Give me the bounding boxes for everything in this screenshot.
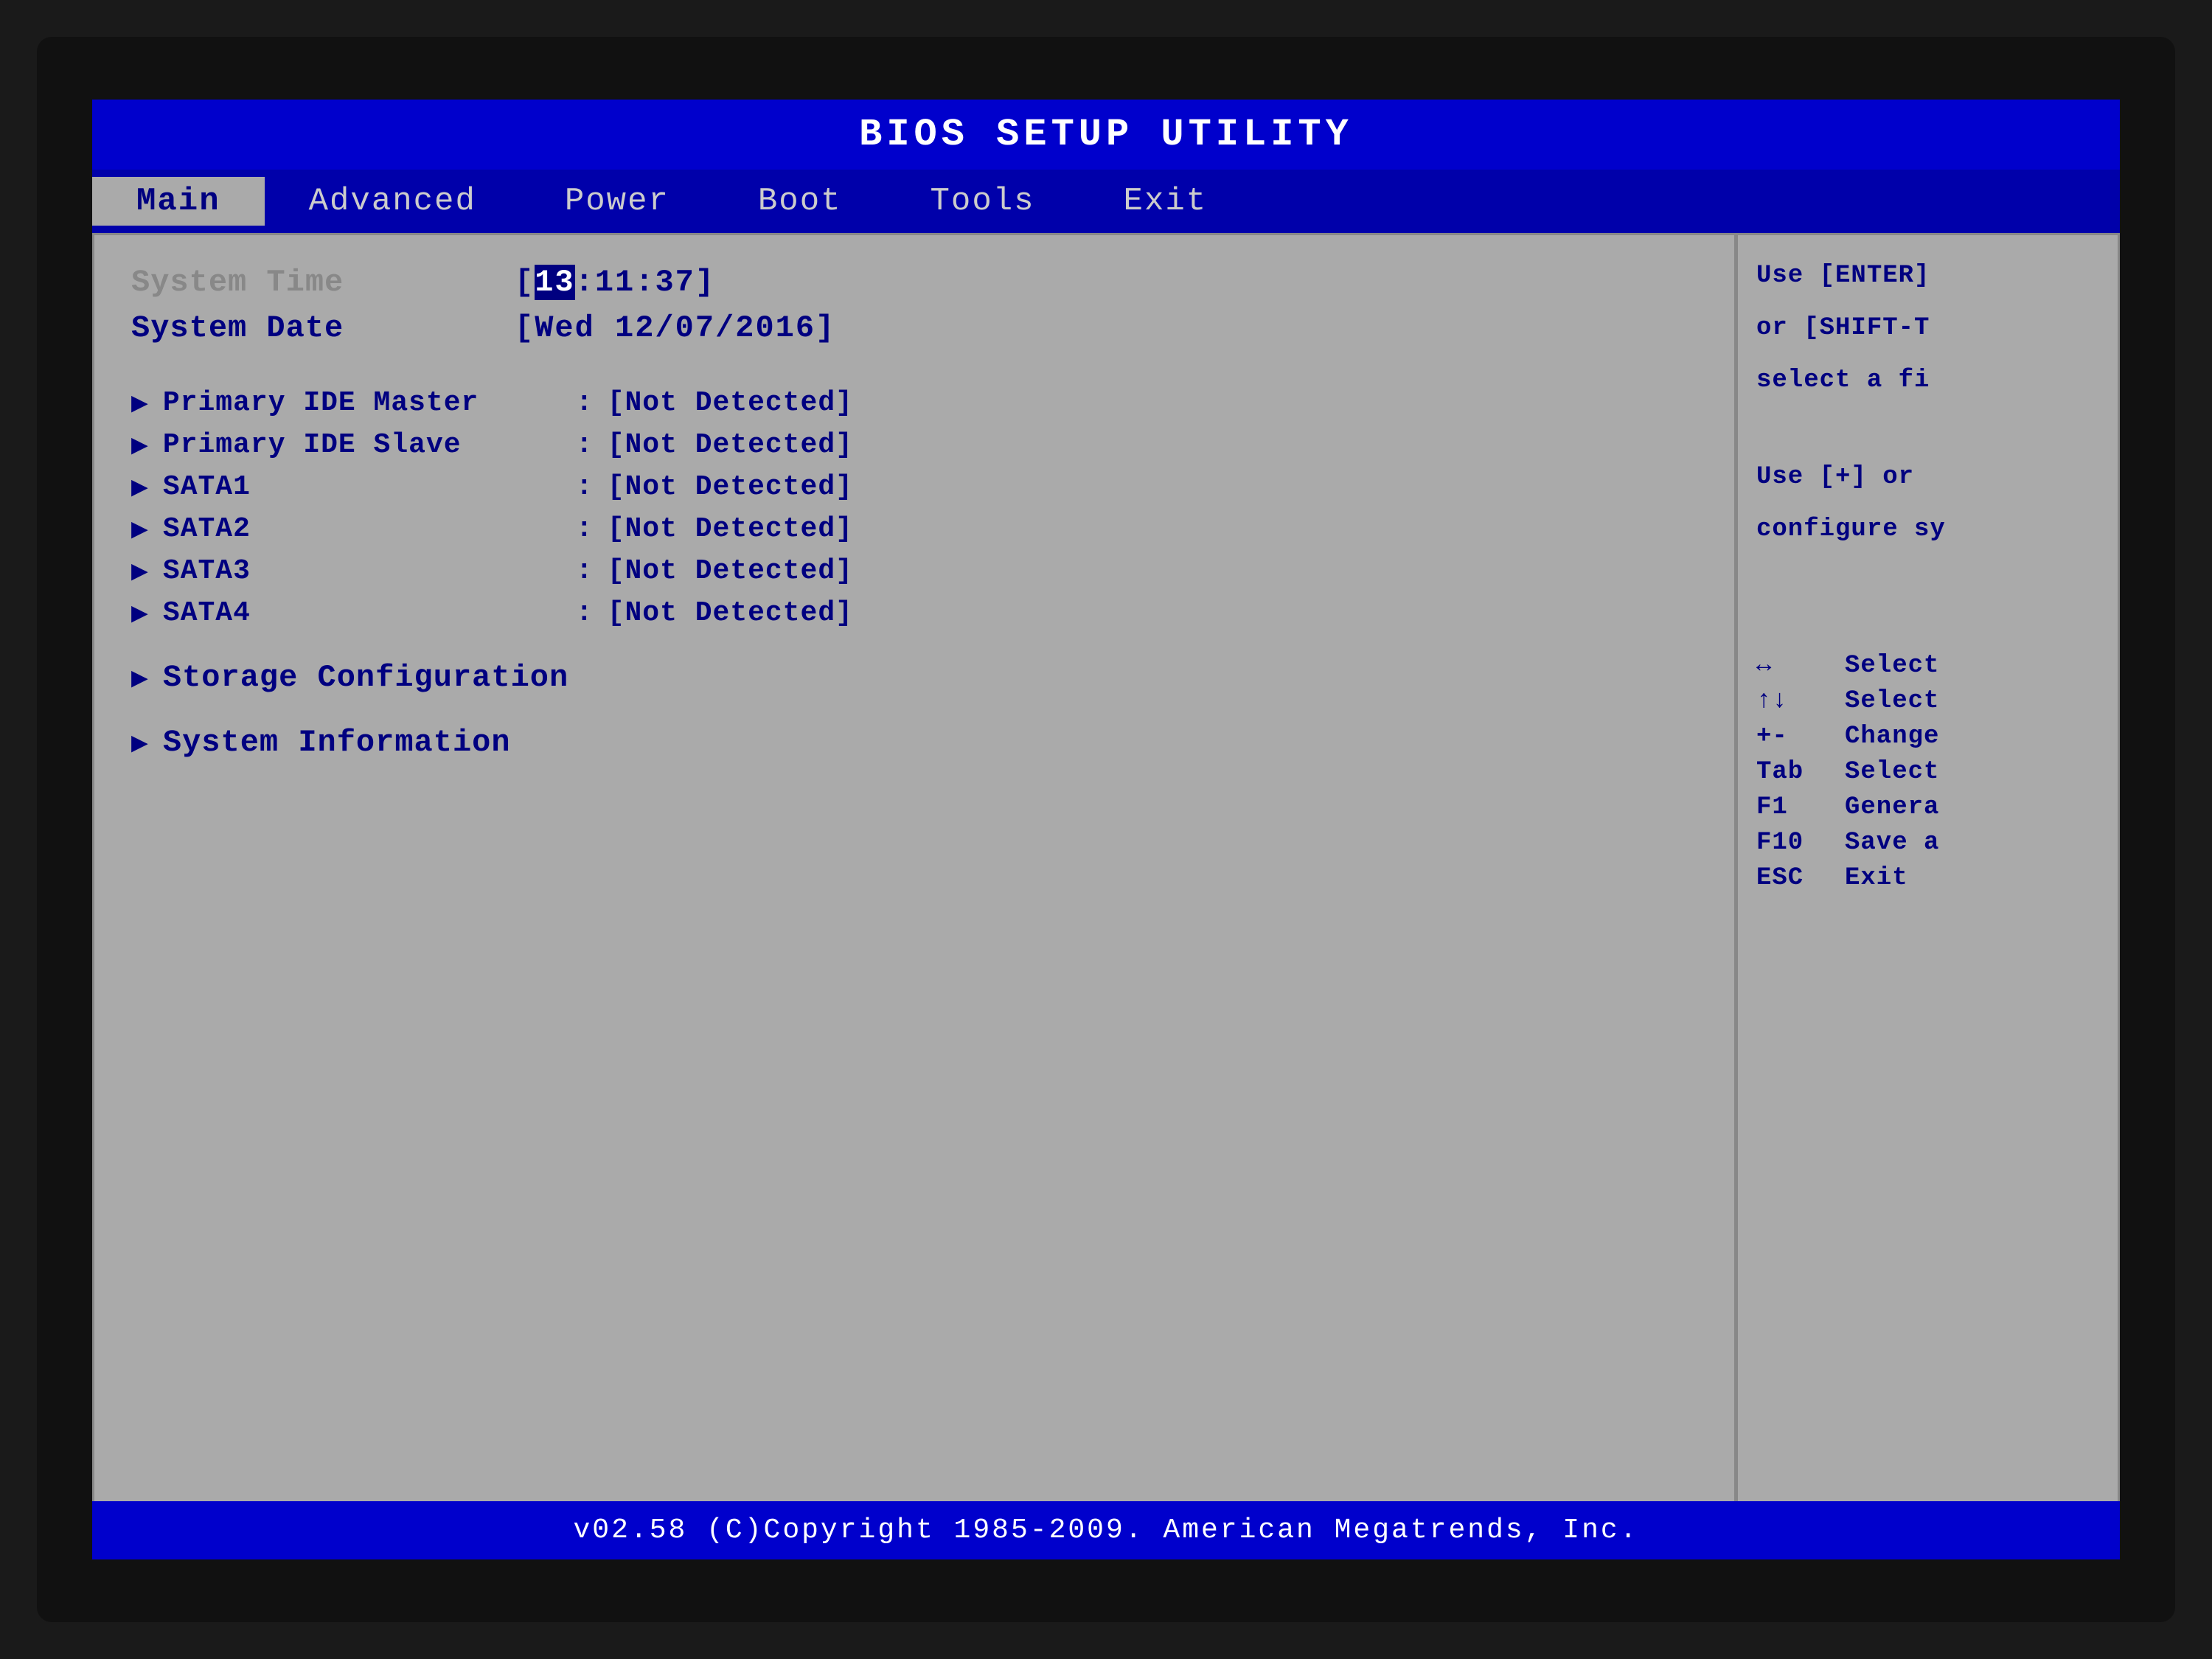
arrow-icon-0: ▶ <box>131 386 148 420</box>
footer-text: v02.58 (C)Copyright 1985-2009. American … <box>573 1514 1638 1546</box>
help-line-3: select a fi <box>1756 362 2099 400</box>
help-key-row-3: Tab Select <box>1756 758 2099 786</box>
title-bar: BIOS SETUP UTILITY <box>92 100 2120 170</box>
help-key-3: Tab <box>1756 758 1845 786</box>
system-time-suffix: :11:37] <box>575 265 715 300</box>
footer-bar: v02.58 (C)Copyright 1985-2009. American … <box>92 1501 2120 1559</box>
device-label-5: SATA4 <box>163 597 576 629</box>
system-time-value: [13:11:37] <box>515 265 715 300</box>
help-key-row-0: ↔ Select <box>1756 652 2099 680</box>
arrow-icon-1: ▶ <box>131 428 148 462</box>
device-colon-5: : <box>576 597 593 629</box>
submenu-row-0[interactable]: ▶ Storage Configuration <box>131 660 1697 695</box>
screen: BIOS SETUP UTILITY Main Advanced Power B… <box>92 100 2120 1559</box>
nav-item-boot[interactable]: Boot <box>714 177 886 226</box>
arrow-icon-4: ▶ <box>131 554 148 588</box>
help-spacer3 <box>1756 608 2099 652</box>
help-key-row-4: F1 Genera <box>1756 793 2099 821</box>
help-desc-1: Select <box>1845 687 1939 715</box>
device-value-1: [Not Detected] <box>608 429 853 461</box>
help-key-1: ↑↓ <box>1756 687 1845 715</box>
arrow-icon-5: ▶ <box>131 596 148 630</box>
device-row-2[interactable]: ▶ SATA1 : [Not Detected] <box>131 470 1697 504</box>
help-line-1: Use [ENTER] <box>1756 257 2099 295</box>
device-label-0: Primary IDE Master <box>163 387 576 419</box>
help-line-5: configure sy <box>1756 511 2099 549</box>
help-key-6: ESC <box>1756 864 1845 892</box>
help-desc-4: Genera <box>1845 793 1939 821</box>
submenu-label-0: Storage Configuration <box>163 660 568 695</box>
system-date-row: System Date [Wed 12/07/2016] <box>131 310 1697 346</box>
content-panel: System Time [13:11:37] System Date [Wed … <box>92 233 1736 1545</box>
submenu-row-1[interactable]: ▶ System Information <box>131 725 1697 760</box>
help-line-4: Use [+] or <box>1756 459 2099 496</box>
bios-title: BIOS SETUP UTILITY <box>859 113 1353 156</box>
help-key-5: F10 <box>1756 829 1845 857</box>
device-label-4: SATA3 <box>163 555 576 587</box>
device-value-0: [Not Detected] <box>608 387 853 419</box>
device-row-5[interactable]: ▶ SATA4 : [Not Detected] <box>131 596 1697 630</box>
nav-item-power[interactable]: Power <box>521 177 714 226</box>
help-key-row-5: F10 Save a <box>1756 829 2099 857</box>
system-time-label: System Time <box>131 265 515 300</box>
arrow-icon-2: ▶ <box>131 470 148 504</box>
device-value-3: [Not Detected] <box>608 513 853 545</box>
main-area: System Time [13:11:37] System Date [Wed … <box>92 233 2120 1545</box>
device-value-5: [Not Detected] <box>608 597 853 629</box>
help-panel: Use [ENTER] or [SHIFT-T select a fi Use … <box>1736 233 2120 1545</box>
nav-item-exit[interactable]: Exit <box>1079 177 1252 226</box>
device-label-3: SATA2 <box>163 513 576 545</box>
device-colon-4: : <box>576 555 593 587</box>
help-desc-5: Save a <box>1845 829 1939 857</box>
device-row-4[interactable]: ▶ SATA3 : [Not Detected] <box>131 554 1697 588</box>
help-line-2: or [SHIFT-T <box>1756 310 2099 347</box>
help-key-row-6: ESC Exit <box>1756 864 2099 892</box>
nav-item-advanced[interactable]: Advanced <box>265 177 521 226</box>
help-spacer1 <box>1756 414 2099 459</box>
help-key-row-1: ↑↓ Select <box>1756 687 2099 715</box>
device-label-1: Primary IDE Slave <box>163 429 576 461</box>
device-value-2: [Not Detected] <box>608 471 853 503</box>
system-date-label: System Date <box>131 310 515 346</box>
help-desc-2: Change <box>1845 723 1939 751</box>
device-row-1[interactable]: ▶ Primary IDE Slave : [Not Detected] <box>131 428 1697 462</box>
monitor: BIOS SETUP UTILITY Main Advanced Power B… <box>37 37 2175 1622</box>
nav-item-tools[interactable]: Tools <box>886 177 1079 226</box>
help-desc-6: Exit <box>1845 864 1908 892</box>
arrow-icon-3: ▶ <box>131 512 148 546</box>
nav-item-main[interactable]: Main <box>92 177 265 226</box>
device-row-3[interactable]: ▶ SATA2 : [Not Detected] <box>131 512 1697 546</box>
help-desc-0: Select <box>1845 652 1939 680</box>
nav-bar: Main Advanced Power Boot Tools Exit <box>92 170 2120 233</box>
spacer1 <box>131 356 1697 386</box>
device-colon-0: : <box>576 387 593 419</box>
system-date-value: [Wed 12/07/2016] <box>515 310 835 346</box>
system-time-row: System Time [13:11:37] <box>131 265 1697 300</box>
device-label-2: SATA1 <box>163 471 576 503</box>
device-colon-1: : <box>576 429 593 461</box>
submenu-arrow-1: ▶ <box>131 726 148 760</box>
device-value-4: [Not Detected] <box>608 555 853 587</box>
help-desc-3: Select <box>1845 758 1939 786</box>
help-key-row-2: +- Change <box>1756 723 2099 751</box>
help-key-0: ↔ <box>1756 652 1845 680</box>
device-colon-2: : <box>576 471 593 503</box>
device-colon-3: : <box>576 513 593 545</box>
system-time-highlight: 13 <box>535 265 574 300</box>
submenu-label-1: System Information <box>163 725 511 760</box>
help-spacer2 <box>1756 563 2099 608</box>
help-key-2: +- <box>1756 723 1845 751</box>
device-row-0[interactable]: ▶ Primary IDE Master : [Not Detected] <box>131 386 1697 420</box>
help-key-4: F1 <box>1756 793 1845 821</box>
submenu-arrow-0: ▶ <box>131 661 148 695</box>
